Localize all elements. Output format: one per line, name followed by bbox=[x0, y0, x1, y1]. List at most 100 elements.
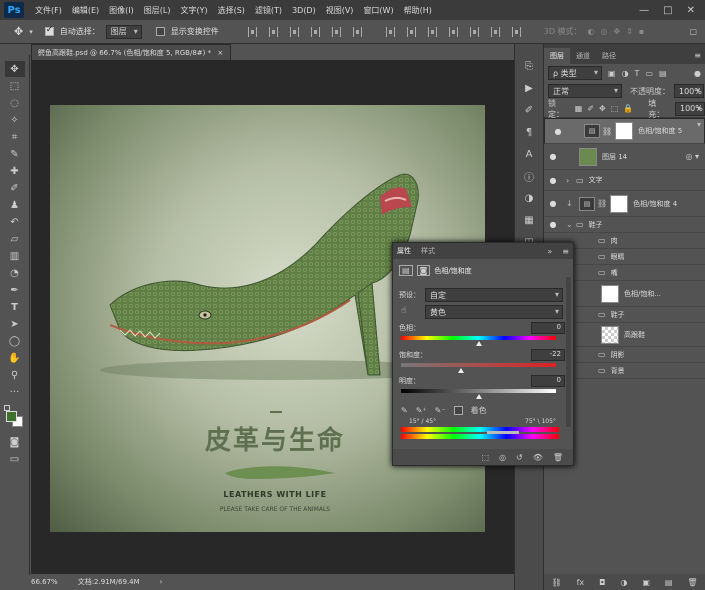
visibility-eye-icon[interactable]: ● bbox=[544, 152, 562, 161]
show-transform-checkbox[interactable] bbox=[155, 27, 165, 36]
align-left-icon[interactable] bbox=[310, 26, 320, 37]
hue-slider-thumb[interactable] bbox=[475, 341, 482, 346]
tab-styles[interactable]: 样式 bbox=[421, 246, 435, 256]
path-select-tool-icon[interactable]: ➤ bbox=[5, 316, 25, 332]
layer-mask-thumbnail[interactable] bbox=[601, 284, 619, 303]
paragraph-panel-icon[interactable]: ¶ bbox=[520, 124, 538, 140]
3d-slide-icon[interactable]: ⇕ bbox=[626, 27, 633, 36]
menu-3d[interactable]: 3D(D) bbox=[287, 6, 321, 15]
status-arrow-icon[interactable]: › bbox=[160, 578, 163, 586]
menu-select[interactable]: 选择(S) bbox=[213, 5, 250, 16]
info-panel-icon[interactable]: ⓘ bbox=[520, 168, 538, 184]
eyedropper-subtract-icon[interactable]: ✎⁻ bbox=[435, 406, 446, 415]
character-panel-icon[interactable]: A bbox=[520, 146, 538, 162]
new-adjustment-icon[interactable]: ◑ bbox=[620, 578, 627, 587]
layer-thumbnail[interactable] bbox=[601, 325, 619, 344]
link-layers-icon[interactable]: ⛓ bbox=[551, 578, 561, 587]
distribute-top-icon[interactable] bbox=[385, 26, 395, 37]
lock-transparent-icon[interactable]: ▦ bbox=[575, 104, 583, 113]
menu-type[interactable]: 文字(Y) bbox=[175, 5, 212, 16]
3d-roll-icon[interactable]: ◎ bbox=[601, 27, 608, 36]
clip-to-layer-icon[interactable]: ⬚ bbox=[481, 453, 489, 462]
layer-mask-thumbnail[interactable] bbox=[610, 194, 629, 213]
hand-adjust-icon[interactable]: ☝ bbox=[401, 306, 406, 316]
chain-link-icon[interactable]: ⛓ bbox=[597, 199, 607, 208]
filter-shape-icon[interactable]: ▭ bbox=[645, 69, 653, 78]
move-tool-icon[interactable]: ✥ bbox=[4, 61, 25, 77]
reset-icon[interactable]: ↺ bbox=[516, 453, 523, 462]
channel-dropdown[interactable]: 黄色 bbox=[425, 305, 563, 319]
color-range-bar-bottom[interactable] bbox=[401, 434, 559, 439]
filter-toggle-icon[interactable]: ● bbox=[694, 69, 701, 78]
close-button[interactable]: ✕ bbox=[687, 5, 695, 16]
layer-style-icon[interactable]: fx bbox=[577, 578, 585, 587]
pen-tool-icon[interactable]: ✒ bbox=[5, 282, 25, 298]
hue-slider-track[interactable] bbox=[401, 336, 556, 340]
visibility-eye-icon[interactable]: ● bbox=[544, 176, 562, 185]
layer-row[interactable]: ● ⌄ ▭ 鞋子 bbox=[544, 217, 705, 233]
3d-rotate-icon[interactable]: ◐ bbox=[588, 27, 595, 36]
color-swatches[interactable] bbox=[3, 405, 26, 427]
minimize-button[interactable]: — bbox=[639, 5, 649, 16]
blend-mode-dropdown[interactable]: 正常 bbox=[548, 84, 622, 98]
foreground-color-swatch[interactable] bbox=[5, 411, 17, 422]
align-hcenter-icon[interactable] bbox=[331, 26, 341, 37]
lasso-tool-icon[interactable]: ◌ bbox=[5, 95, 25, 111]
lock-image-icon[interactable]: ✐ bbox=[587, 104, 594, 113]
brush-tool-icon[interactable]: ✐ bbox=[5, 180, 25, 196]
opacity-input[interactable]: 100% bbox=[674, 84, 704, 98]
view-previous-icon[interactable]: ◎ bbox=[499, 453, 506, 462]
auto-align-icon[interactable] bbox=[511, 26, 521, 37]
3d-scale-icon[interactable]: ▪ bbox=[639, 27, 644, 36]
chain-link-icon[interactable]: ⛓ bbox=[602, 127, 612, 136]
menu-edit[interactable]: 编辑(E) bbox=[67, 5, 104, 16]
brush-panel-icon[interactable]: ✐ bbox=[520, 102, 538, 118]
menu-image[interactable]: 图像(I) bbox=[104, 5, 139, 16]
eyedropper-tool-icon[interactable]: ✎ bbox=[5, 146, 25, 162]
swatches-panel-icon[interactable]: ▦ bbox=[520, 212, 538, 228]
3d-pan-icon[interactable]: ✥ bbox=[614, 27, 621, 36]
adjustments-panel-icon[interactable]: ◑ bbox=[520, 190, 538, 206]
zoom-tool-icon[interactable]: ⚲ bbox=[5, 367, 25, 383]
distribute-right-icon[interactable] bbox=[490, 26, 500, 37]
saturation-input[interactable]: -22 bbox=[531, 349, 565, 361]
layer-mask-thumbnail[interactable] bbox=[615, 122, 634, 140]
group-expand-chevron-icon[interactable]: ⌄ bbox=[566, 220, 576, 229]
lock-position-icon[interactable]: ✥ bbox=[599, 104, 606, 113]
eyedropper-icon[interactable]: ✎ bbox=[401, 406, 408, 415]
menu-view[interactable]: 视图(V) bbox=[321, 5, 359, 16]
auto-select-dropdown[interactable]: 图层 bbox=[105, 24, 142, 39]
menu-window[interactable]: 窗口(W) bbox=[358, 5, 398, 16]
layer-row[interactable]: ● ↓ ▤ ⛓ 色相/饱和度 4 bbox=[544, 191, 705, 217]
distribute-bottom-icon[interactable] bbox=[427, 26, 437, 37]
lightness-slider-thumb[interactable] bbox=[475, 394, 482, 399]
move-tool-icon[interactable]: ✥ bbox=[14, 25, 23, 38]
quick-mask-icon[interactable]: ◙ bbox=[5, 434, 25, 450]
filter-pixel-icon[interactable]: ▣ bbox=[608, 69, 616, 78]
tab-channels[interactable]: 通道 bbox=[570, 48, 596, 64]
document-tab[interactable]: 鳄鱼高跟鞋.psd @ 66.7% (色相/饱和度 5, RGB/8#) * × bbox=[31, 44, 231, 60]
magic-wand-tool-icon[interactable]: ✧ bbox=[5, 112, 25, 128]
layer-row[interactable]: ● ▤ ⛓ 色相/饱和度 5 bbox=[544, 118, 705, 144]
new-layer-icon[interactable]: ▤ bbox=[665, 578, 673, 587]
healing-brush-tool-icon[interactable]: ✚ bbox=[5, 163, 25, 179]
crop-tool-icon[interactable]: ⌗ bbox=[5, 129, 25, 145]
lock-all-icon[interactable]: 🔒 bbox=[623, 104, 633, 113]
layer-row[interactable]: ● 图层 14 ◎ ▾ bbox=[544, 144, 705, 170]
layer-kind-dropdown[interactable]: ρ 类型 bbox=[548, 66, 602, 80]
colorize-checkbox[interactable] bbox=[453, 406, 463, 415]
collapse-icon[interactable]: » bbox=[547, 247, 552, 256]
lightness-input[interactable]: 0 bbox=[531, 375, 565, 387]
filter-adjust-icon[interactable]: ◑ bbox=[622, 69, 629, 78]
align-bottom-icon[interactable] bbox=[289, 26, 299, 37]
screen-mode-icon[interactable]: ▭ bbox=[5, 451, 25, 467]
menu-filter[interactable]: 滤镜(T) bbox=[250, 5, 287, 16]
actions-panel-icon[interactable]: ▶ bbox=[520, 80, 538, 96]
toggle-visibility-icon[interactable]: 👁 bbox=[533, 453, 543, 462]
menu-help[interactable]: 帮助(H) bbox=[399, 5, 437, 16]
layer-row[interactable]: ● › ▭ 文字 bbox=[544, 170, 705, 191]
distribute-hcenter-icon[interactable] bbox=[469, 26, 479, 37]
tab-properties[interactable]: 属性 bbox=[397, 246, 411, 256]
marquee-tool-icon[interactable]: ⬚ bbox=[5, 78, 25, 94]
history-panel-icon[interactable]: ⎘ bbox=[520, 58, 538, 74]
